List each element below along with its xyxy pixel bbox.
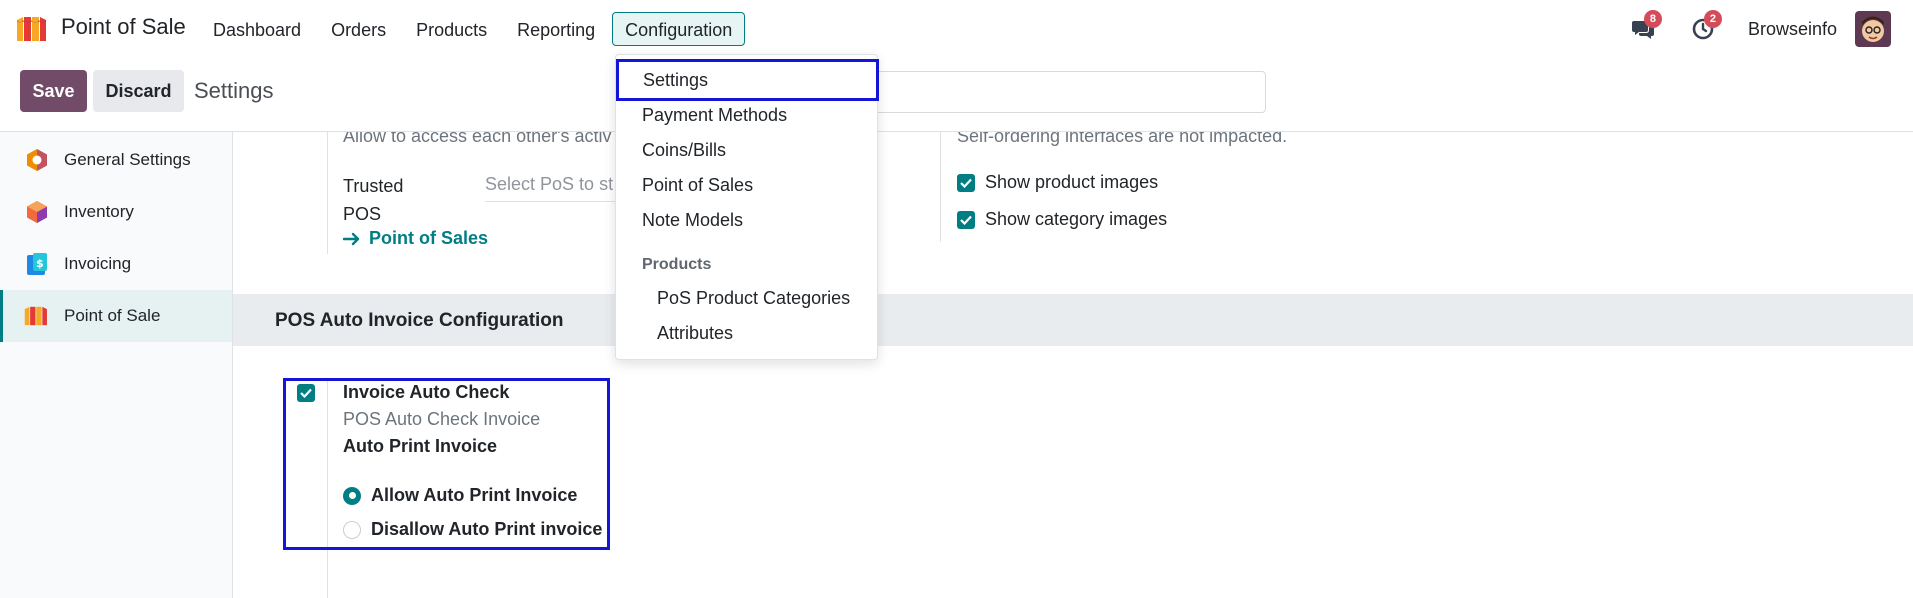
avatar[interactable] bbox=[1855, 11, 1891, 47]
sidebar-item-inventory[interactable]: Inventory bbox=[0, 186, 232, 238]
show-product-images-label: Show product images bbox=[985, 172, 1159, 192]
trusted-pos-label-line: Trusted bbox=[343, 176, 404, 196]
point-of-sales-link-label: Point of Sales bbox=[369, 228, 489, 248]
checkmark-icon bbox=[960, 215, 972, 225]
menu-dashboard[interactable]: Dashboard bbox=[200, 12, 314, 46]
disallow-auto-print-label: Disallow Auto Print invoice bbox=[371, 519, 603, 539]
discard-button[interactable]: Discard bbox=[93, 70, 184, 112]
dropdown-item-coins-bills[interactable]: Coins/Bills bbox=[616, 133, 879, 168]
section-header: POS Auto Invoice Configuration bbox=[233, 294, 1913, 346]
invoice-auto-check-label: Invoice Auto Check bbox=[343, 382, 510, 402]
arrow-right-icon bbox=[343, 232, 360, 245]
settings-sidebar: General Settings Inventory $ Invoicing P… bbox=[0, 132, 233, 598]
sidebar-item-point-of-sale[interactable]: Point of Sale bbox=[0, 290, 232, 342]
settings-hexagon-icon bbox=[24, 147, 50, 173]
auto-print-invoice-label: Auto Print Invoice bbox=[343, 436, 498, 456]
sidebar-item-general-settings[interactable]: General Settings bbox=[0, 134, 232, 186]
activities-button[interactable]: 2 bbox=[1688, 10, 1722, 44]
allow-auto-print-radio[interactable] bbox=[343, 486, 361, 505]
pos-stall-icon[interactable] bbox=[16, 16, 50, 42]
show-category-images-checkbox[interactable] bbox=[957, 210, 975, 229]
dropdown-group-header: Products bbox=[642, 256, 712, 273]
save-button[interactable]: Save bbox=[20, 70, 87, 112]
control-panel: Save Discard Settings bbox=[0, 58, 1913, 132]
allow-auto-print-option[interactable]: Allow Auto Print Invoice bbox=[343, 485, 577, 506]
messages-badge: 8 bbox=[1643, 10, 1662, 28]
checkmark-icon bbox=[300, 388, 312, 398]
dropdown-item-settings[interactable]: Settings bbox=[616, 59, 879, 101]
dropdown-item-note-models[interactable]: Note Models bbox=[616, 203, 879, 238]
dropdown-item-product-categories[interactable]: PoS Product Categories bbox=[616, 281, 879, 316]
app-name[interactable]: Point of Sale bbox=[61, 14, 186, 40]
invoice-auto-check-checkbox[interactable] bbox=[297, 384, 315, 402]
invoice-auto-check-help: POS Auto Check Invoice bbox=[343, 409, 541, 429]
user-name[interactable]: Browseinfo bbox=[1748, 19, 1837, 40]
setting-help-text: Self-ordering interfaces are not impacte… bbox=[957, 132, 1288, 146]
disallow-auto-print-option[interactable]: Disallow Auto Print invoice bbox=[343, 519, 602, 540]
allow-auto-print-label: Allow Auto Print Invoice bbox=[371, 485, 578, 505]
menu-orders[interactable]: Orders bbox=[318, 12, 399, 46]
setting-help-text: Allow to access each other's activ bbox=[343, 132, 612, 146]
checkmark-icon bbox=[960, 178, 972, 188]
trusted-pos-label: Trusted POS bbox=[343, 172, 433, 228]
dropdown-item-payment-methods[interactable]: Payment Methods bbox=[616, 98, 879, 133]
disallow-auto-print-radio[interactable] bbox=[343, 520, 361, 539]
settings-content: Allow to access each other's activ Self-… bbox=[233, 132, 1913, 598]
main-menu: Dashboard Orders Products Reporting Conf… bbox=[200, 12, 746, 46]
show-product-images-row: Show product images bbox=[957, 172, 1158, 193]
trusted-pos-label-line: POS bbox=[343, 204, 382, 224]
sidebar-item-label: General Settings bbox=[64, 150, 191, 169]
page-title: Settings bbox=[194, 78, 274, 103]
configuration-dropdown: Settings Payment Methods Coins/Bills Poi… bbox=[615, 54, 879, 360]
sidebar-item-label: Point of Sale bbox=[64, 306, 161, 325]
show-product-images-checkbox[interactable] bbox=[957, 173, 975, 192]
show-category-images-label: Show category images bbox=[985, 209, 1168, 229]
sidebar-item-label: Inventory bbox=[64, 202, 134, 221]
menu-products[interactable]: Products bbox=[403, 12, 500, 46]
sidebar-item-label: Invoicing bbox=[64, 254, 132, 273]
pos-stall-icon bbox=[24, 303, 50, 329]
menu-reporting[interactable]: Reporting bbox=[504, 12, 608, 46]
section-title: POS Auto Invoice Configuration bbox=[275, 310, 564, 331]
activities-badge: 2 bbox=[1703, 10, 1722, 28]
setting-divider bbox=[940, 132, 941, 242]
inventory-box-icon bbox=[24, 199, 50, 225]
show-category-images-row: Show category images bbox=[957, 209, 1167, 230]
menu-configuration[interactable]: Configuration bbox=[612, 12, 746, 46]
svg-text:$: $ bbox=[36, 257, 44, 270]
dropdown-item-attributes[interactable]: Attributes bbox=[616, 316, 879, 351]
invoice-icon: $ bbox=[24, 251, 50, 277]
systray: 8 2 Browseinfo bbox=[1628, 10, 1891, 48]
point-of-sales-link[interactable]: Point of Sales bbox=[343, 228, 488, 249]
top-navbar: Point of Sale Dashboard Orders Products … bbox=[0, 0, 1913, 58]
messages-button[interactable]: 8 bbox=[1628, 10, 1662, 44]
sidebar-item-invoicing[interactable]: $ Invoicing bbox=[0, 238, 232, 290]
dropdown-item-point-of-sales[interactable]: Point of Sales bbox=[616, 168, 879, 203]
setting-divider bbox=[327, 132, 328, 254]
